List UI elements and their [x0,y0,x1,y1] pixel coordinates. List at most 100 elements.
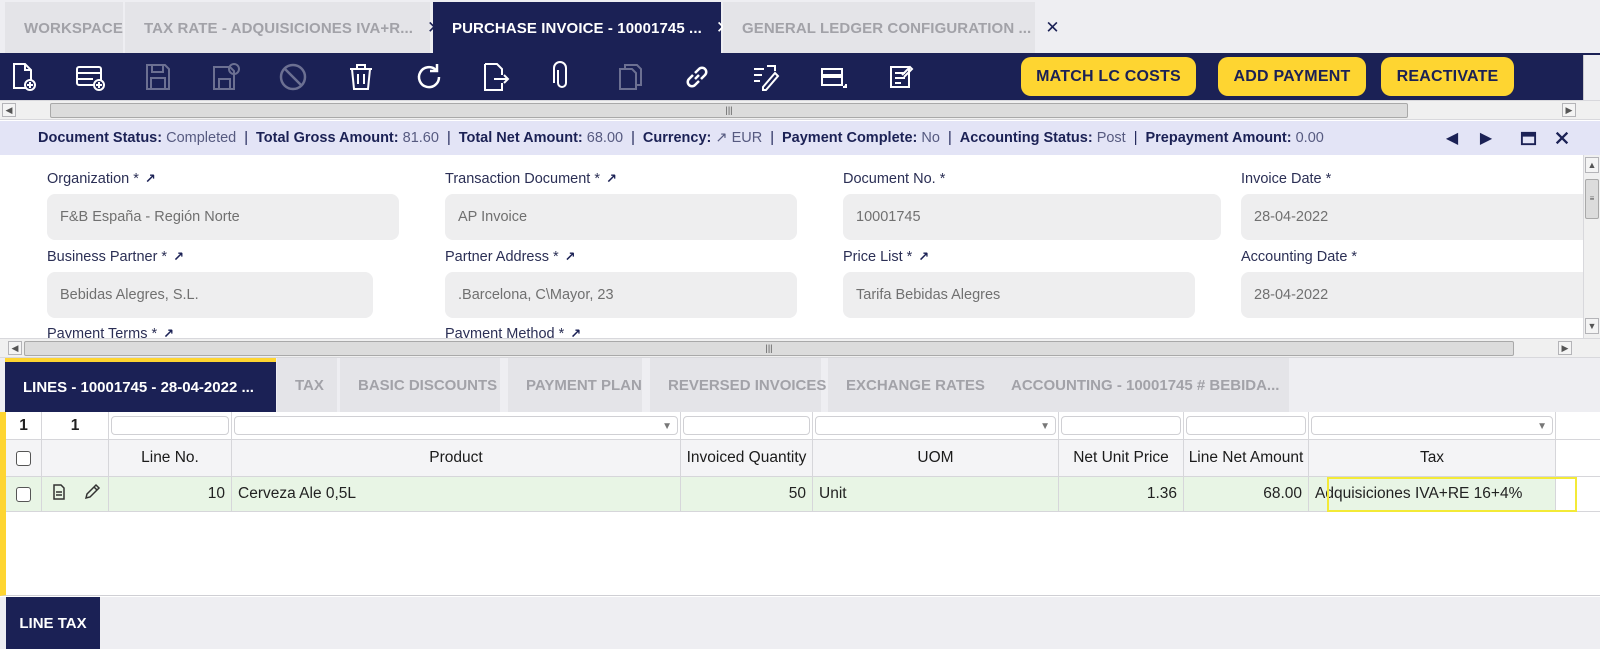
refresh-icon[interactable] [411,59,447,95]
form-view-icon[interactable] [50,483,68,506]
link-arrow-icon[interactable]: ↗ [570,326,581,338]
grid-filter-row: 1 1 ▼ ▼ ▼ [6,412,1600,440]
tab-general-ledger[interactable]: GENERAL LEDGER CONFIGURATION ... ✕ [723,2,1060,54]
close-icon[interactable]: ✕ [1045,18,1059,38]
new-row-icon[interactable] [72,59,108,95]
field-label: Document No. [843,171,936,187]
invoiced-quantity-filter[interactable] [681,412,813,439]
link-arrow-icon[interactable]: ↗ [606,171,617,187]
export-icon[interactable] [477,59,513,95]
tab-payment-plan[interactable]: PAYMENT PLAN [508,358,642,412]
column-header-line-no[interactable]: Line No. [109,440,232,476]
scroll-up-icon[interactable]: ▲ [1585,157,1599,173]
separator: | [631,130,635,146]
tab-workspace[interactable]: WORKSPACE [5,2,123,54]
scroll-thumb[interactable]: ||| [50,103,1408,118]
field-label: Price List [843,249,903,265]
audit-icon[interactable] [747,59,783,95]
column-header-line-net-amount[interactable]: Line Net Amount [1184,440,1309,476]
price-list-input[interactable]: Tarifa Bebidas Alegres [843,272,1195,318]
tab-accounting[interactable]: ACCOUNTING - 10001745 # BEBIDA... [993,358,1289,412]
product-filter[interactable]: ▼ [232,412,681,439]
link-arrow-icon[interactable]: ↗ [918,249,929,265]
transaction-document-input[interactable]: AP Invoice [445,194,797,240]
separator: | [947,130,952,146]
chevron-down-icon[interactable]: ▼ [1040,421,1050,432]
column-header-uom[interactable]: UOM [813,440,1059,476]
delete-icon[interactable] [343,59,379,95]
link-arrow-icon[interactable]: ↗ [163,326,174,338]
total-net-value: 68.00 [586,130,624,146]
currency-link-icon[interactable]: ↗ [715,130,727,146]
add-payment-button[interactable]: ADD PAYMENT [1218,57,1366,96]
close-form-icon[interactable] [1553,129,1571,147]
link-icon[interactable] [679,59,715,95]
edit-pencil-icon[interactable] [83,483,101,506]
required-mark: * [1351,249,1358,265]
line-no-filter[interactable] [109,412,232,439]
tab-lines[interactable]: LINES - 10001745 - 28-04-2022 ... [5,358,276,412]
accounting-date-input[interactable]: 28-04-2022 [1241,272,1583,318]
grid-view-icon[interactable] [814,59,850,95]
new-document-icon[interactable] [4,59,40,95]
required-mark: * [558,326,565,338]
scroll-left-icon[interactable]: ◀ [8,341,22,355]
organization-input[interactable]: F&B España - Región Norte [47,194,399,240]
column-header-tax[interactable]: Tax [1309,440,1556,476]
tab-purchase-invoice[interactable]: PURCHASE INVOICE - 10001745 ...✕ [433,2,730,54]
toolbar-scrollbar[interactable] [1583,55,1600,100]
scroll-thumb[interactable]: ≡ [1585,179,1599,219]
link-arrow-icon[interactable]: ↗ [145,171,156,187]
tab-basic-discounts[interactable]: BASIC DISCOUNTS [340,358,500,412]
column-header-product[interactable]: Product [232,440,681,476]
row-checkbox[interactable] [16,486,31,502]
next-record-icon[interactable]: ▶ [1477,129,1495,147]
tab-exchange-rates[interactable]: EXCHANGE RATES [828,358,993,412]
separator: | [446,130,451,146]
attachment-icon[interactable] [544,59,580,95]
tax-filter[interactable]: ▼ [1309,412,1556,439]
document-no-input[interactable]: 10001745 [843,194,1221,240]
form-vertical-scrollbar[interactable]: ▲ ≡ ▼ [1583,155,1600,338]
tab-reversed-invoices[interactable]: REVERSED INVOICES [650,358,826,412]
invoice-date-input[interactable]: 28-04-2022 [1241,194,1583,240]
scroll-right-icon[interactable]: ▶ [1558,341,1572,355]
partner-address-input[interactable]: .Barcelona, C\Mayor, 23 [445,272,797,318]
toolbar-horizontal-scrollbar[interactable]: ◀ ||| ▶ [0,100,1600,120]
cancel-icon[interactable] [275,59,311,95]
required-mark: * [133,171,139,187]
form-horizontal-scrollbar[interactable]: ◀ ||| ▶ [0,338,1600,358]
save-close-icon[interactable] [208,59,244,95]
scroll-left-icon[interactable]: ◀ [2,103,16,117]
chevron-down-icon[interactable]: ▼ [1537,421,1547,432]
row-select-cell [6,477,42,511]
link-arrow-icon[interactable]: ↗ [565,249,576,265]
business-partner-input[interactable]: Bebidas Alegres, S.L. [47,272,373,318]
tab-tax[interactable]: TAX [277,358,337,412]
clone-icon[interactable] [612,59,648,95]
transaction-document-field: Transaction Document * ↗ AP Invoice [445,171,797,240]
chevron-down-icon[interactable]: ▼ [662,421,672,432]
status-label: Total Net Amount: [458,130,583,146]
reactivate-button[interactable]: REACTIVATE [1381,57,1514,96]
maximize-icon[interactable] [1519,129,1537,147]
save-icon[interactable] [140,59,176,95]
previous-record-icon[interactable]: ◀ [1443,129,1461,147]
tab-tax-rate[interactable]: TAX RATE - ADQUISICIONES IVA+R...✕ [125,2,441,54]
scroll-thumb[interactable]: ||| [24,341,1514,356]
scroll-right-icon[interactable]: ▶ [1562,103,1576,117]
column-header-invoiced-quantity[interactable]: Invoiced Quantity [681,440,813,476]
notes-icon[interactable] [882,59,918,95]
line-net-amount-filter[interactable] [1184,412,1309,439]
business-partner-field: Business Partner * ↗ Bebidas Alegres, S.L. [47,249,373,318]
scroll-down-icon[interactable]: ▼ [1585,318,1599,334]
uom-filter[interactable]: ▼ [813,412,1059,439]
column-header-net-unit-price[interactable]: Net Unit Price [1059,440,1184,476]
status-label: Accounting Status: [959,130,1093,146]
status-label: Document Status: [38,130,163,146]
select-all-checkbox[interactable] [16,450,31,466]
tab-line-tax[interactable]: LINE TAX [6,597,100,649]
net-unit-price-filter[interactable] [1059,412,1184,439]
link-arrow-icon[interactable]: ↗ [173,249,184,265]
match-lc-costs-button[interactable]: MATCH LC COSTS [1021,57,1196,96]
